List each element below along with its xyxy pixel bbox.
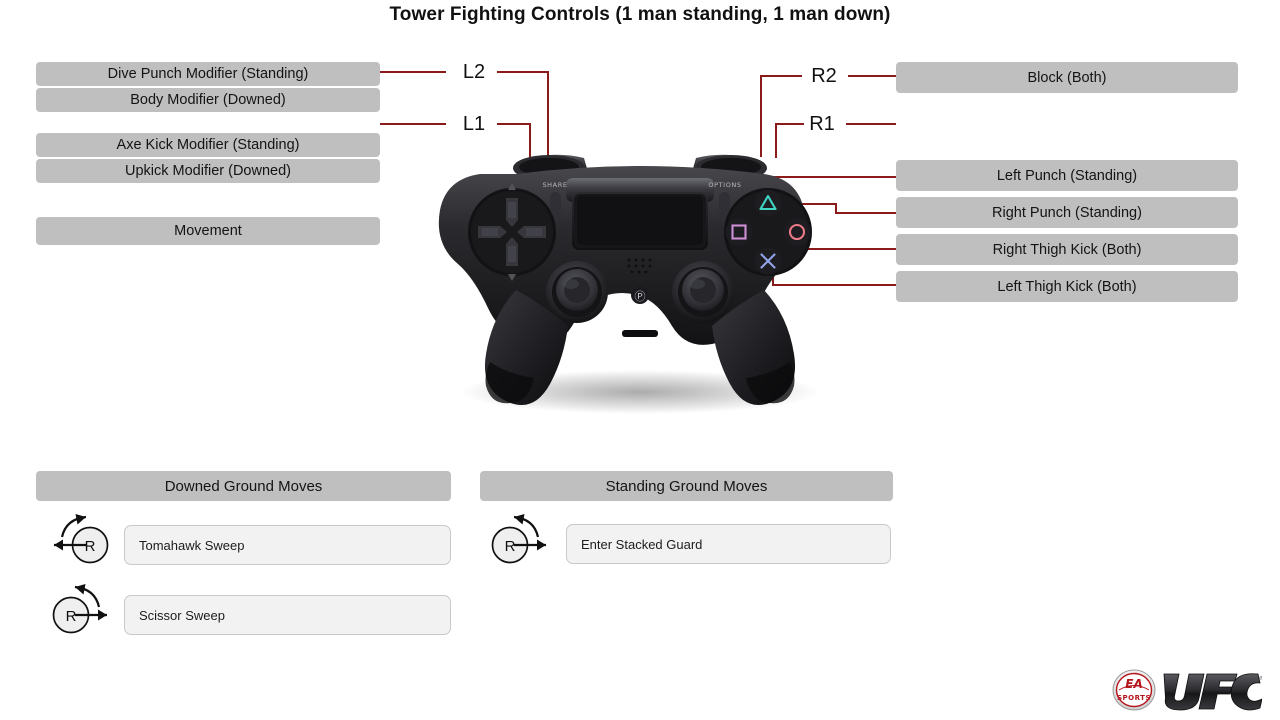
left-analog-stick	[546, 261, 608, 323]
label-left-punch: Left Punch (Standing)	[896, 160, 1238, 191]
key-label-r1: R1	[809, 112, 835, 135]
connector-l2-right	[497, 71, 549, 73]
label-right-punch: Right Punch (Standing)	[896, 197, 1238, 228]
ufc-wordmark	[1163, 673, 1262, 711]
connector-r2-right	[848, 75, 896, 77]
stick-gesture-tomahawk-sweep: R	[38, 513, 124, 577]
label-body-modifier: Body Modifier (Downed)	[36, 88, 380, 112]
label-right-thigh-kick: Right Thigh Kick (Both)	[896, 234, 1238, 265]
key-label-l2: L2	[462, 60, 486, 83]
move-enter-stacked-guard: Enter Stacked Guard	[566, 524, 891, 564]
label-upkick-modifier: Upkick Modifier (Downed)	[36, 159, 380, 183]
face-buttons	[724, 188, 812, 276]
svg-text:EA: EA	[1125, 677, 1142, 691]
connector-r2-left	[760, 75, 802, 77]
svg-text:R: R	[85, 538, 96, 555]
move-tomahawk-sweep: Tomahawk Sweep	[124, 525, 451, 565]
ps-home-button: Ⓟ	[631, 286, 649, 304]
svg-text:SPORTS: SPORTS	[1117, 694, 1151, 702]
header-downed-ground-moves: Downed Ground Moves	[36, 471, 451, 501]
svg-text:SHARE: SHARE	[542, 181, 567, 189]
header-standing-ground-moves: Standing Ground Moves	[480, 471, 893, 501]
connector-l1-left	[380, 123, 446, 125]
connector-r1-right	[846, 123, 896, 125]
key-label-l1: L1	[462, 112, 486, 135]
dualshock-controller: SHARE OPTIONS Ⓟ	[424, 140, 856, 415]
controls-diagram: Tower Fighting Controls (1 man standing,…	[0, 0, 1280, 720]
label-left-thigh-kick: Left Thigh Kick (Both)	[896, 271, 1238, 302]
label-axe-kick-modifier: Axe Kick Modifier (Standing)	[36, 133, 380, 157]
key-label-r2: R2	[811, 64, 837, 87]
connector-l1-right	[497, 123, 531, 125]
label-dive-punch-modifier: Dive Punch Modifier (Standing)	[36, 62, 380, 86]
ea-sports-badge: EA SPORTS	[1112, 669, 1156, 711]
svg-text:R: R	[66, 608, 77, 625]
ea-sports-ufc-logo: EA SPORTS ®	[1112, 668, 1262, 712]
connector-l2-left	[380, 71, 446, 73]
stick-gesture-scissor-sweep: R	[46, 583, 132, 647]
page-title: Tower Fighting Controls (1 man standing,…	[389, 4, 891, 25]
right-analog-stick	[672, 261, 734, 323]
move-scissor-sweep: Scissor Sweep	[124, 595, 451, 635]
trademark-symbol: ®	[1259, 675, 1262, 682]
label-block: Block (Both)	[896, 62, 1238, 93]
svg-text:R: R	[505, 538, 516, 555]
label-movement: Movement	[36, 217, 380, 245]
svg-text:OPTIONS: OPTIONS	[708, 181, 741, 189]
stick-gesture-enter-stacked-guard: R	[485, 513, 571, 577]
svg-text:Ⓟ: Ⓟ	[635, 290, 646, 303]
